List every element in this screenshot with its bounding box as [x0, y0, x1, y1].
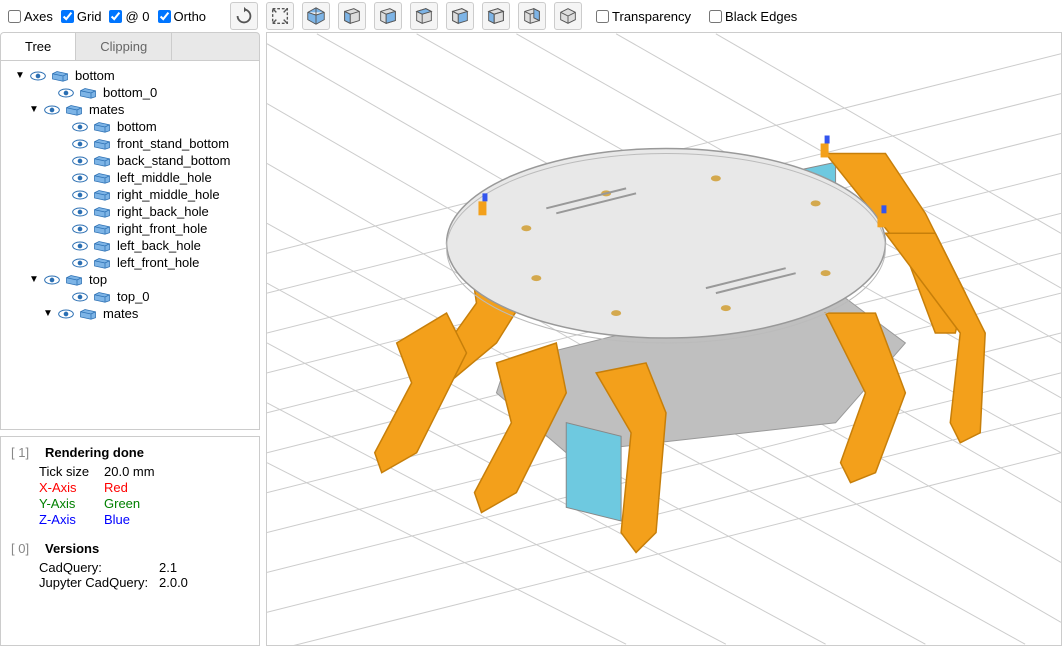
bottom-view-button[interactable]: [446, 2, 474, 30]
shape-icon: [93, 121, 111, 133]
tree-row[interactable]: right_front_hole: [1, 220, 259, 237]
shape-icon: [65, 104, 83, 116]
tree-row[interactable]: left_middle_hole: [1, 169, 259, 186]
fit-view-button[interactable]: [266, 2, 294, 30]
visibility-icon[interactable]: [57, 308, 75, 320]
expand-icon[interactable]: ▼: [43, 308, 53, 319]
shape-icon: [93, 206, 111, 218]
tree-item-label: mates: [101, 306, 138, 321]
black-edges-checkbox[interactable]: Black Edges: [709, 9, 797, 24]
visibility-icon[interactable]: [43, 104, 61, 116]
tree-item-label: left_front_hole: [115, 255, 199, 270]
tree-item-label: left_back_hole: [115, 238, 201, 253]
tree-item-label: back_stand_bottom: [115, 153, 230, 168]
transparency-checkbox[interactable]: Transparency: [596, 9, 691, 24]
expand-icon[interactable]: ▼: [29, 104, 39, 115]
tree-row[interactable]: right_back_hole: [1, 203, 259, 220]
left-view-button[interactable]: [482, 2, 510, 30]
back-view-button[interactable]: [374, 2, 402, 30]
axes-checkbox[interactable]: Axes: [8, 9, 53, 24]
visibility-icon[interactable]: [71, 206, 89, 218]
left-panel: Tree Clipping ▼ bottom bottom_0 ▼ mates botto…: [0, 32, 260, 646]
iso2-view-button[interactable]: [554, 2, 582, 30]
at0-checkbox[interactable]: @ 0: [109, 9, 149, 24]
shape-icon: [93, 189, 111, 201]
tree-item-label: bottom: [73, 68, 115, 83]
front-view-button[interactable]: [338, 2, 366, 30]
visibility-icon[interactable]: [71, 223, 89, 235]
tree-row[interactable]: left_front_hole: [1, 254, 259, 271]
shape-icon: [93, 240, 111, 252]
iso-view-button[interactable]: [302, 2, 330, 30]
visibility-icon[interactable]: [71, 121, 89, 133]
ortho-checkbox[interactable]: Ortho: [158, 9, 207, 24]
shape-icon: [51, 70, 69, 82]
visibility-icon[interactable]: [43, 274, 61, 286]
shape-icon: [93, 155, 111, 167]
tree-row[interactable]: ▼ top: [1, 271, 259, 288]
tab-tree[interactable]: Tree: [1, 33, 76, 60]
shape-icon: [79, 87, 97, 99]
visibility-icon[interactable]: [71, 257, 89, 269]
tree-item-label: top_0: [115, 289, 150, 304]
visibility-icon[interactable]: [71, 155, 89, 167]
visibility-icon[interactable]: [71, 291, 89, 303]
reset-view-button[interactable]: [230, 2, 258, 30]
tree-item-label: bottom: [115, 119, 157, 134]
tree-row[interactable]: ▼ mates: [1, 305, 259, 322]
toolbar: Axes Grid @ 0 Ortho Transparency Black E…: [0, 0, 1062, 32]
visibility-icon[interactable]: [71, 189, 89, 201]
tree-row[interactable]: left_back_hole: [1, 237, 259, 254]
tree-item-label: right_front_hole: [115, 221, 207, 236]
tree-row[interactable]: ▼ mates: [1, 101, 259, 118]
visibility-icon[interactable]: [71, 240, 89, 252]
tree-row[interactable]: bottom_0: [1, 84, 259, 101]
grid-checkbox[interactable]: Grid: [61, 9, 102, 24]
top-view-button[interactable]: [410, 2, 438, 30]
visibility-icon[interactable]: [29, 70, 47, 82]
visibility-icon[interactable]: [71, 172, 89, 184]
tab-clipping[interactable]: Clipping: [76, 33, 172, 60]
tree-row[interactable]: back_stand_bottom: [1, 152, 259, 169]
tree-item-label: left_middle_hole: [115, 170, 212, 185]
tree-item-label: mates: [87, 102, 124, 117]
shape-icon: [93, 223, 111, 235]
visibility-icon[interactable]: [57, 87, 75, 99]
panel-tabs: Tree Clipping: [0, 32, 260, 61]
3d-viewport[interactable]: [266, 32, 1062, 646]
shape-icon: [93, 172, 111, 184]
right-view-button[interactable]: [518, 2, 546, 30]
tree-item-label: right_middle_hole: [115, 187, 220, 202]
shape-icon: [65, 274, 83, 286]
shape-icon: [93, 291, 111, 303]
tree-row[interactable]: top_0: [1, 288, 259, 305]
tree-row[interactable]: right_middle_hole: [1, 186, 259, 203]
shape-icon: [93, 138, 111, 150]
tree-row[interactable]: bottom: [1, 118, 259, 135]
tree-item-label: front_stand_bottom: [115, 136, 229, 151]
tree-row[interactable]: front_stand_bottom: [1, 135, 259, 152]
expand-icon[interactable]: ▼: [29, 274, 39, 285]
shape-icon: [79, 308, 97, 320]
tree-item-label: right_back_hole: [115, 204, 209, 219]
info-panel: [ 1]Rendering done Tick size20.0 mm X-Ax…: [0, 436, 260, 646]
tree-view[interactable]: ▼ bottom bottom_0 ▼ mates bottom front_stand_b…: [0, 61, 260, 430]
tree-row[interactable]: ▼ bottom: [1, 67, 259, 84]
tree-item-label: top: [87, 272, 107, 287]
visibility-icon[interactable]: [71, 138, 89, 150]
tree-item-label: bottom_0: [101, 85, 157, 100]
expand-icon[interactable]: ▼: [15, 70, 25, 81]
shape-icon: [93, 257, 111, 269]
